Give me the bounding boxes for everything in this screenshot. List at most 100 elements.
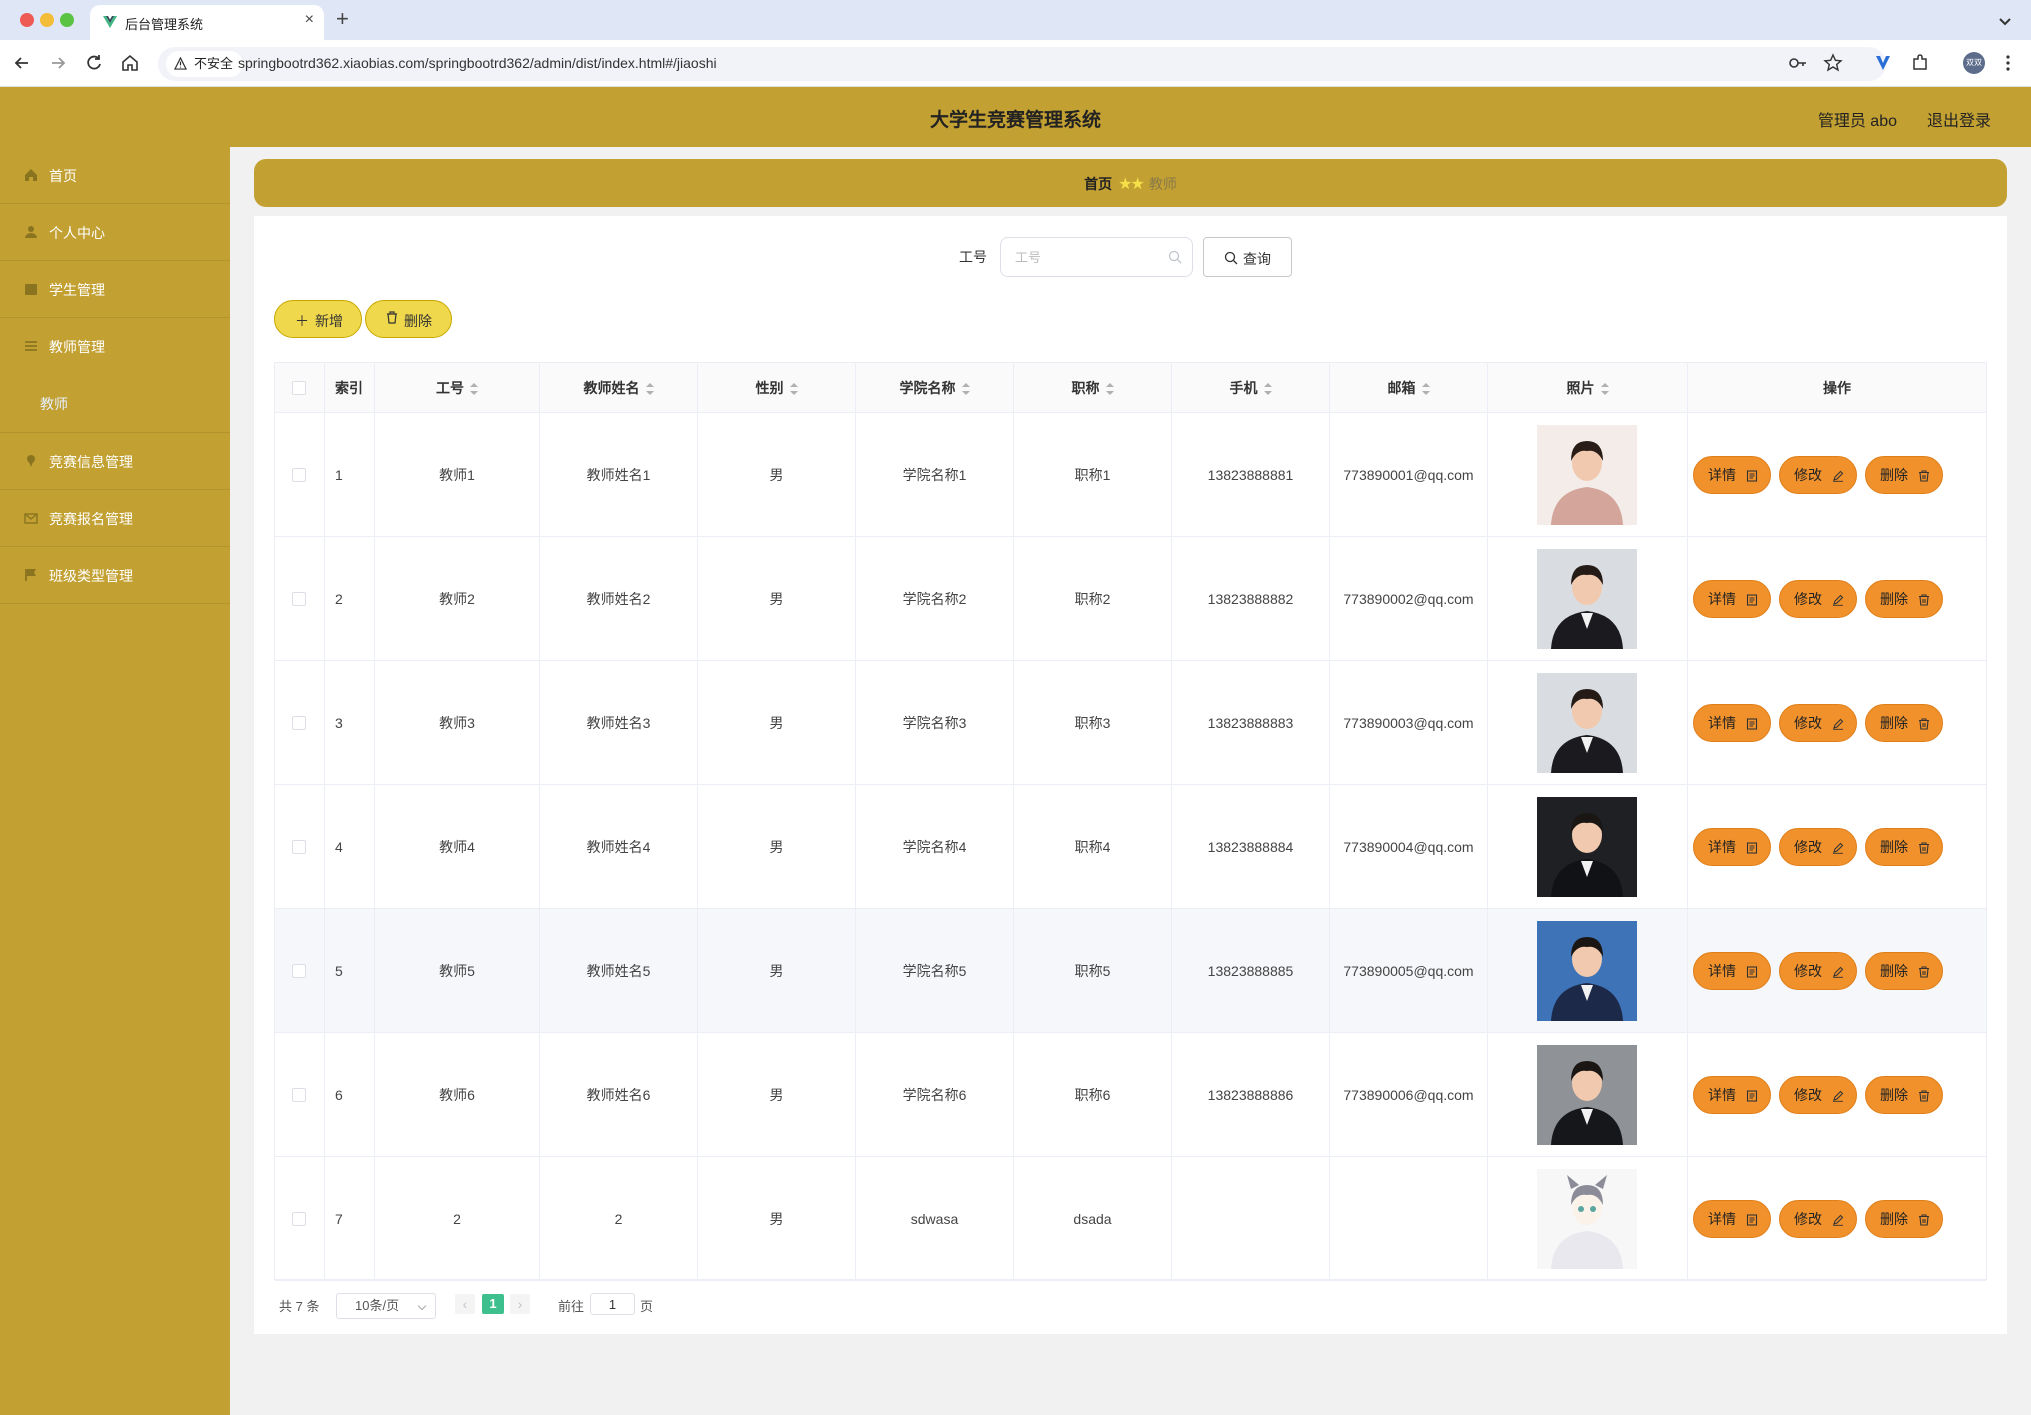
select-all-checkbox[interactable] xyxy=(292,381,306,395)
row-checkbox[interactable] xyxy=(292,840,306,854)
extension-logo-icon[interactable] xyxy=(1873,53,1893,73)
search-input[interactable] xyxy=(1000,237,1193,277)
next-page-button[interactable]: › xyxy=(510,1294,530,1314)
security-indicator[interactable]: 不安全 xyxy=(166,51,244,77)
page-size-select[interactable]: 10条/页 xyxy=(336,1293,436,1319)
header-teacher-id[interactable]: 工号 xyxy=(375,363,540,413)
row-checkbox[interactable] xyxy=(292,1212,306,1226)
delete-button[interactable]: 删除 xyxy=(1865,704,1943,742)
delete-button[interactable]: 删除 xyxy=(1865,1076,1943,1114)
table-row: 4 教师4 教师姓名4 男学院名称4 职称4 13823888884 773890004@q… xyxy=(275,785,1986,909)
more-menu-icon[interactable] xyxy=(1998,53,2018,73)
edit-button[interactable]: 修改 xyxy=(1779,580,1857,618)
sidebar-item-profile[interactable]: 个人中心 xyxy=(0,204,230,261)
home-icon[interactable] xyxy=(120,53,140,73)
sidebar-subitem-teacher[interactable]: 教师 xyxy=(40,394,68,414)
detail-button-label: 详情 xyxy=(1708,715,1736,731)
cell-gender: 男 xyxy=(698,413,856,537)
maximize-window-button[interactable] xyxy=(60,13,74,27)
header-teacher-name[interactable]: 教师姓名 xyxy=(540,363,698,413)
detail-button[interactable]: 详情 xyxy=(1693,580,1771,618)
header-job-title[interactable]: 职称 xyxy=(1014,363,1172,413)
row-checkbox[interactable] xyxy=(292,592,306,606)
sidebar-item-competitions[interactable]: 竞赛信息管理 xyxy=(0,433,230,490)
delete-button[interactable]: 删除 xyxy=(1865,1200,1943,1238)
sort-icon[interactable] xyxy=(1263,383,1272,396)
detail-button[interactable]: 详情 xyxy=(1693,1200,1771,1238)
tab-search-icon[interactable] xyxy=(1995,11,2015,31)
delete-button[interactable]: 删除 xyxy=(1865,952,1943,990)
cell-phone: 13823888886 xyxy=(1172,1033,1330,1157)
teacher-photo[interactable] xyxy=(1537,549,1637,649)
detail-button[interactable]: 详情 xyxy=(1693,1076,1771,1114)
row-checkbox[interactable] xyxy=(292,468,306,482)
teacher-photo[interactable] xyxy=(1537,797,1637,897)
delete-button-label: 删除 xyxy=(1880,1087,1908,1103)
edit-button[interactable]: 修改 xyxy=(1779,1076,1857,1114)
delete-button[interactable]: 删除 xyxy=(1865,456,1943,494)
detail-button[interactable]: 详情 xyxy=(1693,952,1771,990)
cell-gender: 男 xyxy=(698,537,856,661)
address-bar[interactable]: 不安全 springbootrd362.xiaobias.com/springb… xyxy=(158,47,1886,81)
row-checkbox[interactable] xyxy=(292,1088,306,1102)
teacher-photo[interactable] xyxy=(1537,1045,1637,1145)
sort-icon[interactable] xyxy=(470,383,478,396)
sidebar-item-class-types[interactable]: 班级类型管理 xyxy=(0,547,230,604)
query-button[interactable]: 查询 xyxy=(1203,237,1292,277)
close-window-button[interactable] xyxy=(20,13,34,27)
sort-icon[interactable] xyxy=(1421,383,1430,396)
back-icon[interactable] xyxy=(12,53,32,73)
sort-icon[interactable] xyxy=(1105,383,1114,396)
prev-page-button[interactable]: ‹ xyxy=(455,1294,475,1314)
delete-button[interactable]: 删除 xyxy=(1865,828,1943,866)
header-email[interactable]: 邮箱 xyxy=(1330,363,1488,413)
header-college[interactable]: 学院名称 xyxy=(856,363,1014,413)
password-key-icon[interactable] xyxy=(1788,53,1808,73)
edit-button[interactable]: 修改 xyxy=(1779,952,1857,990)
edit-button[interactable]: 修改 xyxy=(1779,828,1857,866)
header-gender[interactable]: 性别 xyxy=(698,363,856,413)
teacher-photo[interactable] xyxy=(1537,1169,1637,1269)
edit-button[interactable]: 修改 xyxy=(1779,1200,1857,1238)
delete-button[interactable]: 删除 xyxy=(1865,580,1943,618)
sort-icon[interactable] xyxy=(961,383,970,396)
sidebar-item-registrations[interactable]: 竞赛报名管理 xyxy=(0,490,230,547)
forward-icon[interactable] xyxy=(48,53,68,73)
logout-link[interactable]: 退出登录 xyxy=(1927,107,1991,131)
sidebar-item-teachers[interactable]: 教师管理 教师 xyxy=(0,318,230,433)
teacher-photo[interactable] xyxy=(1537,425,1637,525)
teacher-photo[interactable] xyxy=(1537,921,1637,1021)
goto-page-input[interactable] xyxy=(590,1293,635,1315)
sort-icon[interactable] xyxy=(1600,383,1609,396)
breadcrumb-home[interactable]: 首页 xyxy=(1084,176,1112,192)
extensions-puzzle-icon[interactable] xyxy=(1910,53,1930,73)
bookmark-star-icon[interactable] xyxy=(1823,53,1843,73)
minimize-window-button[interactable] xyxy=(40,13,54,27)
new-tab-button[interactable]: + xyxy=(336,6,349,32)
trash-icon xyxy=(386,311,398,327)
sidebar-item-students[interactable]: 学生管理 xyxy=(0,261,230,318)
detail-button[interactable]: 详情 xyxy=(1693,456,1771,494)
header-photo[interactable]: 照片 xyxy=(1488,363,1688,413)
detail-button[interactable]: 详情 xyxy=(1693,704,1771,742)
batch-delete-button[interactable]: 删除 xyxy=(365,300,452,338)
row-checkbox[interactable] xyxy=(292,964,306,978)
add-button[interactable]: ＋ 新增 xyxy=(274,300,362,338)
current-page-button[interactable]: 1 xyxy=(482,1294,504,1314)
pencil-icon xyxy=(1833,594,1844,606)
profile-avatar[interactable]: 双双 xyxy=(1963,52,1985,74)
tab-close-icon[interactable]: × xyxy=(305,11,314,29)
detail-button[interactable]: 详情 xyxy=(1693,828,1771,866)
reload-icon[interactable] xyxy=(84,53,104,73)
header-phone[interactable]: 手机 xyxy=(1172,363,1330,413)
teacher-photo[interactable] xyxy=(1537,673,1637,773)
sidebar-item-home[interactable]: 首页 xyxy=(0,147,230,204)
edit-button[interactable]: 修改 xyxy=(1779,456,1857,494)
row-checkbox[interactable] xyxy=(292,716,306,730)
edit-button[interactable]: 修改 xyxy=(1779,704,1857,742)
browser-toolbar: 不安全 springbootrd362.xiaobias.com/springb… xyxy=(0,40,2031,87)
browser-tab[interactable]: 后台管理系统 × xyxy=(90,5,324,40)
sort-icon[interactable] xyxy=(645,383,654,396)
sort-icon[interactable] xyxy=(789,383,798,396)
sidebar-item-label: 竞赛信息管理 xyxy=(49,454,133,470)
